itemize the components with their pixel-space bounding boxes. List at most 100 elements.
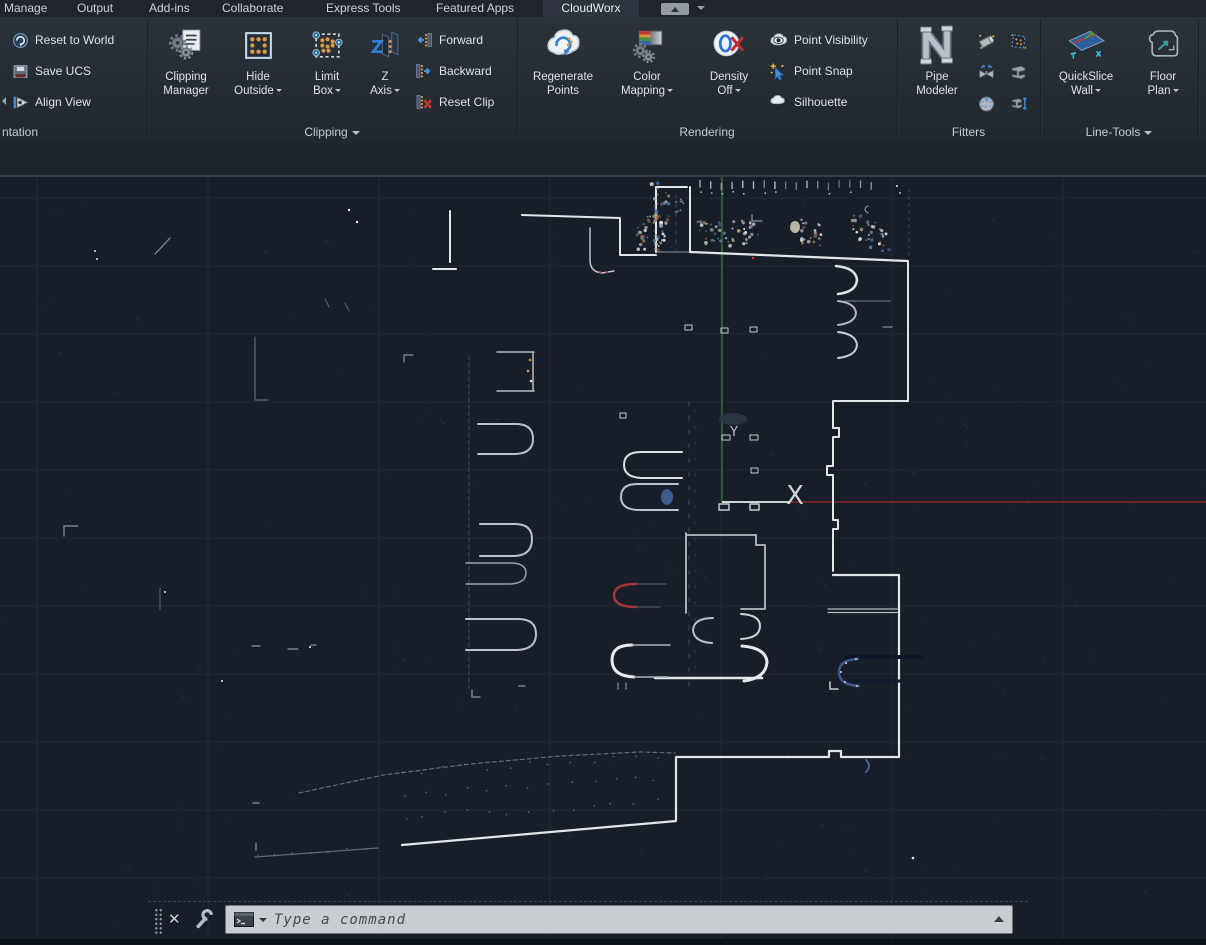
button-label: Points — [547, 85, 579, 99]
dropdown-arrow-icon — [1095, 89, 1101, 95]
ribbon-tab-bar: Manage Output Add-ins Collaborate Expres… — [0, 0, 1206, 17]
button-label: Silhouette — [794, 95, 847, 109]
save-ucs-button[interactable]: Save UCS — [12, 58, 91, 84]
limit-box-button[interactable]: Limit Box — [296, 19, 358, 120]
backward-button[interactable]: Backward — [415, 58, 492, 84]
valve-fitter-icon — [977, 63, 996, 82]
button-label: Align View — [35, 95, 91, 109]
viewport-canvas[interactable]: X Y — [0, 143, 1206, 945]
button-label: Color — [633, 71, 660, 85]
regenerate-points-button[interactable]: Regenerate Points — [527, 19, 599, 120]
floor-plan-button[interactable]: Floor Plan — [1133, 19, 1193, 120]
panel-label-rendering[interactable]: Rendering — [519, 125, 895, 139]
panel-flyout-arrow-icon — [352, 131, 360, 139]
point-visibility-button[interactable]: Point Visibility — [769, 27, 868, 53]
button-label: QuickSlice — [1059, 71, 1113, 85]
silhouette-button[interactable]: Silhouette — [769, 89, 847, 115]
hide-outside-button[interactable]: Hide Outside — [226, 19, 290, 120]
density-off-icon — [712, 28, 747, 63]
tab-express-tools[interactable]: Express Tools — [326, 0, 400, 17]
reset-to-world-icon — [12, 32, 29, 49]
button-label: Point Snap — [794, 64, 853, 78]
button-label: Off — [717, 85, 740, 99]
align-view-button[interactable]: Align View — [12, 89, 91, 115]
regenerate-points-icon — [543, 25, 583, 65]
point-snap-button[interactable]: Point Snap — [769, 58, 853, 84]
clipping-manager-icon — [167, 26, 205, 64]
terminal-prompt-icon[interactable] — [234, 912, 254, 927]
color-mapping-icon — [630, 28, 665, 63]
command-history-up-icon[interactable] — [994, 911, 1004, 922]
tab-output[interactable]: Output — [77, 0, 113, 17]
clipping-manager-button[interactable]: Clipping Manager — [153, 19, 219, 120]
panel-clipping: Clipping Manager Hide Outside Limit Box … — [149, 17, 515, 142]
backward-icon — [415, 62, 433, 80]
wrench-icon[interactable] — [194, 908, 215, 929]
panel-fitters: Pipe Modeler Fitters — [899, 17, 1038, 142]
tab-add-ins[interactable]: Add-ins — [149, 0, 190, 17]
command-drag-handle[interactable] — [154, 908, 163, 935]
panel-label-clipping[interactable]: Clipping — [149, 125, 515, 139]
forward-button[interactable]: Forward — [415, 27, 483, 53]
dropdown-arrow-icon — [276, 89, 282, 95]
button-label: Box — [313, 85, 341, 99]
sphere-fitter-button[interactable] — [977, 90, 996, 116]
button-label: Point Visibility — [794, 33, 868, 47]
command-bar[interactable] — [225, 905, 1013, 934]
z-axis-icon — [369, 29, 402, 62]
ribbon: Reset to World Save UCS Align View ntati… — [0, 17, 1206, 144]
point-snap-icon — [769, 62, 788, 81]
command-input[interactable] — [272, 911, 989, 929]
button-label: Reset to World — [35, 33, 114, 47]
tab-featured-apps[interactable]: Featured Apps — [436, 0, 514, 17]
reset-clip-icon — [415, 93, 433, 111]
viewport-background — [0, 177, 1206, 945]
button-label: Save UCS — [35, 64, 91, 78]
point-visibility-icon — [769, 31, 788, 50]
button-label: Wall — [1071, 85, 1101, 99]
beam-arrow-fitter-button[interactable] — [1009, 90, 1028, 116]
button-label: Density — [710, 71, 748, 85]
quickslice-wall-button[interactable]: QuickSlice Wall — [1052, 19, 1120, 120]
panel-label-fitters[interactable]: Fitters — [899, 125, 1038, 139]
dropdown-arrow-icon — [335, 89, 341, 95]
ribbon-collapse-button[interactable] — [661, 3, 689, 15]
dropdown-arrow-icon — [735, 89, 741, 95]
panel-orientation: Reset to World Save UCS Align View ntati… — [0, 17, 147, 142]
sphere-fitter-icon — [977, 94, 996, 113]
pipe-modeler-icon — [914, 22, 960, 68]
cylinder-fitter-button[interactable] — [977, 28, 996, 54]
dock-border — [148, 901, 1028, 902]
command-close-button[interactable]: ✕ — [168, 907, 181, 933]
button-label: Clipping — [165, 71, 207, 85]
silhouette-icon — [769, 93, 788, 112]
steel-fitter-button[interactable] — [1009, 59, 1028, 85]
recent-commands-arrow-icon[interactable] — [259, 918, 267, 926]
tab-manage[interactable]: Manage — [4, 0, 47, 17]
color-mapping-button[interactable]: Color Mapping — [614, 19, 680, 120]
tab-collaborate[interactable]: Collaborate — [222, 0, 283, 17]
y-label-scan-blob — [719, 413, 747, 425]
button-label: Mapping — [621, 85, 673, 99]
patch-fitter-button[interactable] — [1009, 28, 1028, 54]
button-label: Outside — [234, 85, 282, 99]
button-label: Reset Clip — [439, 95, 494, 109]
reset-clip-button[interactable]: Reset Clip — [415, 89, 494, 115]
autocad-window: Manage Output Add-ins Collaborate Expres… — [0, 0, 1206, 945]
button-label: Hide — [246, 71, 270, 85]
pipe-modeler-button[interactable]: Pipe Modeler — [905, 19, 969, 120]
density-off-button[interactable]: Density Off — [699, 19, 759, 120]
valve-fitter-button[interactable] — [977, 59, 996, 85]
reset-to-world-button[interactable]: Reset to World — [12, 27, 114, 53]
panel-overflow-arrow-icon — [0, 97, 6, 105]
ribbon-options-arrow-icon[interactable] — [697, 6, 705, 14]
panel-label-line-tools[interactable]: Line-Tools — [1042, 125, 1196, 139]
z-axis-button[interactable]: Z Axis — [357, 19, 413, 120]
quickslice-wall-icon — [1065, 28, 1107, 62]
limit-box-icon — [311, 29, 344, 62]
beam-arrow-icon — [1009, 94, 1028, 113]
panel-flyout-arrow-icon — [1144, 131, 1152, 139]
viewport-top-gap — [0, 143, 1206, 177]
dropdown-arrow-icon — [667, 89, 673, 95]
tab-cloudworx[interactable]: CloudWorx — [543, 0, 639, 17]
